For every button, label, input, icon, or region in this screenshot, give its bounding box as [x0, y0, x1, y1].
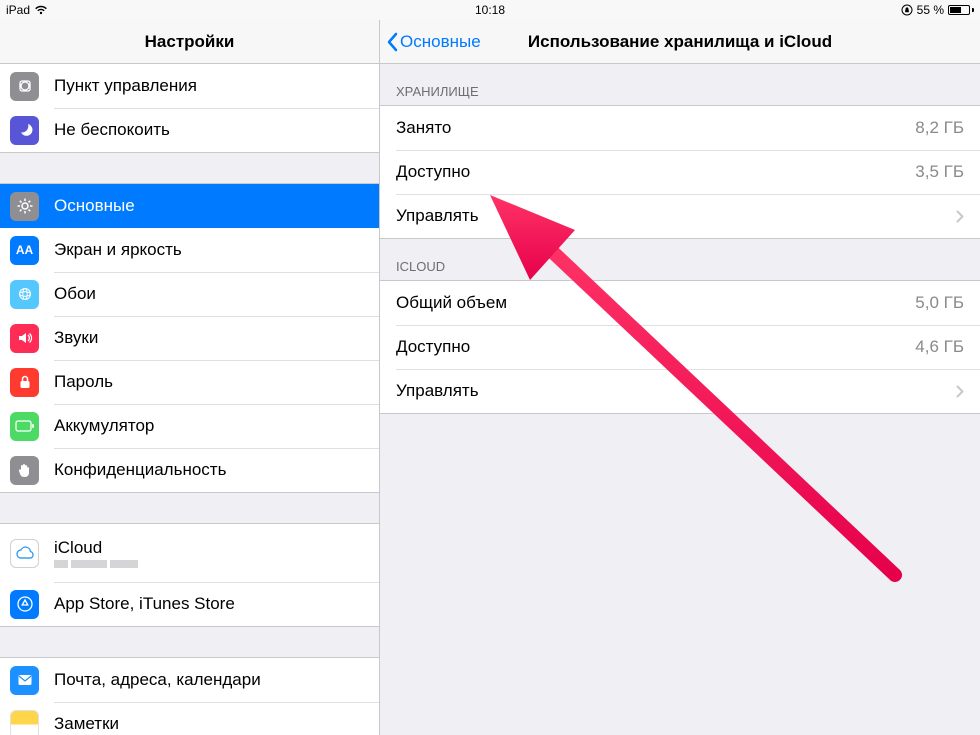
row-value: 5,0 ГБ [915, 293, 964, 313]
sidebar-item-passcode[interactable]: Пароль [0, 360, 379, 404]
icloud-manage-row[interactable]: Управлять [380, 369, 980, 413]
storage-used-row: Занято 8,2 ГБ [380, 106, 980, 150]
control-center-icon [10, 72, 39, 101]
icloud-group: Общий объем 5,0 ГБ Доступно 4,6 ГБ Управ… [380, 280, 980, 414]
display-brightness-icon: AA [10, 236, 39, 265]
sidebar-item-label: Обои [54, 284, 96, 304]
row-label: Общий объем [396, 293, 915, 313]
cloud-icon [10, 539, 39, 568]
battery-icon [10, 412, 39, 441]
row-label: Занято [396, 118, 915, 138]
sidebar-item-privacy[interactable]: Конфиденциальность [0, 448, 379, 492]
row-label: Управлять [396, 381, 948, 401]
notes-icon [10, 710, 39, 735]
wifi-icon [34, 5, 48, 15]
icloud-section-header: ICLOUD [380, 239, 980, 280]
sidebar-item-stores[interactable]: App Store, iTunes Store [0, 582, 379, 626]
storage-group: Занято 8,2 ГБ Доступно 3,5 ГБ Управлять [380, 105, 980, 239]
sidebar-item-label: Основные [54, 196, 135, 216]
row-label: Управлять [396, 206, 948, 226]
sidebar-item-display[interactable]: AA Экран и яркость [0, 228, 379, 272]
sidebar-title: Настройки [0, 20, 379, 64]
speaker-icon [10, 324, 39, 353]
status-right: 55 % [901, 3, 974, 17]
sidebar-item-label: Не беспокоить [54, 120, 170, 140]
chevron-left-icon [386, 32, 398, 52]
sidebar-item-icloud[interactable]: iCloud [0, 524, 379, 582]
chevron-right-icon [956, 385, 964, 398]
row-label: Доступно [396, 337, 915, 357]
sidebar-item-label: Конфиденциальность [54, 460, 226, 480]
sidebar-item-control-center[interactable]: Пункт управления [0, 64, 379, 108]
icloud-account-placeholder [54, 560, 138, 568]
row-label: Доступно [396, 162, 915, 182]
gear-icon [10, 192, 39, 221]
detail-title: Использование хранилища и iCloud [528, 32, 832, 52]
sidebar-item-general[interactable]: Основные [0, 184, 379, 228]
back-label: Основные [400, 32, 481, 52]
device-label: iPad [6, 3, 30, 17]
orientation-lock-icon [901, 4, 913, 16]
detail-pane: Основные Использование хранилища и iClou… [380, 20, 980, 735]
back-button[interactable]: Основные [380, 32, 481, 52]
row-value: 8,2 ГБ [915, 118, 964, 138]
storage-manage-row[interactable]: Управлять [380, 194, 980, 238]
moon-icon [10, 116, 39, 145]
mail-icon [10, 666, 39, 695]
chevron-right-icon [956, 210, 964, 223]
sidebar-item-label: Аккумулятор [54, 416, 154, 436]
status-left: iPad [6, 3, 48, 17]
sidebar-item-dnd[interactable]: Не беспокоить [0, 108, 379, 152]
settings-sidebar: Настройки Пункт управления Не беспокоить [0, 20, 380, 735]
status-time: 10:18 [475, 3, 505, 17]
battery-percent: 55 % [917, 3, 944, 17]
sidebar-item-mail[interactable]: Почта, адреса, календари [0, 658, 379, 702]
sidebar-item-wallpaper[interactable]: Обои [0, 272, 379, 316]
icloud-total-row: Общий объем 5,0 ГБ [380, 281, 980, 325]
sidebar-item-sounds[interactable]: Звуки [0, 316, 379, 360]
icloud-available-row: Доступно 4,6 ГБ [380, 325, 980, 369]
lock-icon [10, 368, 39, 397]
detail-nav: Основные Использование хранилища и iClou… [380, 20, 980, 64]
row-value: 3,5 ГБ [915, 162, 964, 182]
storage-available-row: Доступно 3,5 ГБ [380, 150, 980, 194]
sidebar-item-label: Пункт управления [54, 76, 197, 96]
storage-section-header: ХРАНИЛИЩЕ [380, 64, 980, 105]
sidebar-item-label: App Store, iTunes Store [54, 594, 235, 614]
sidebar-item-battery[interactable]: Аккумулятор [0, 404, 379, 448]
sidebar-item-label: Звуки [54, 328, 98, 348]
sidebar-item-label: Пароль [54, 372, 113, 392]
hand-icon [10, 456, 39, 485]
wallpaper-icon [10, 280, 39, 309]
sidebar-item-label: Почта, адреса, календари [54, 670, 261, 690]
sidebar-item-label: Заметки [54, 714, 119, 734]
status-bar: iPad 10:18 55 % [0, 0, 980, 20]
appstore-icon [10, 590, 39, 619]
battery-icon [948, 5, 974, 15]
sidebar-item-notes[interactable]: Заметки [0, 702, 379, 735]
sidebar-item-label: Экран и яркость [54, 240, 182, 260]
sidebar-item-label: iCloud [54, 538, 138, 558]
row-value: 4,6 ГБ [915, 337, 964, 357]
